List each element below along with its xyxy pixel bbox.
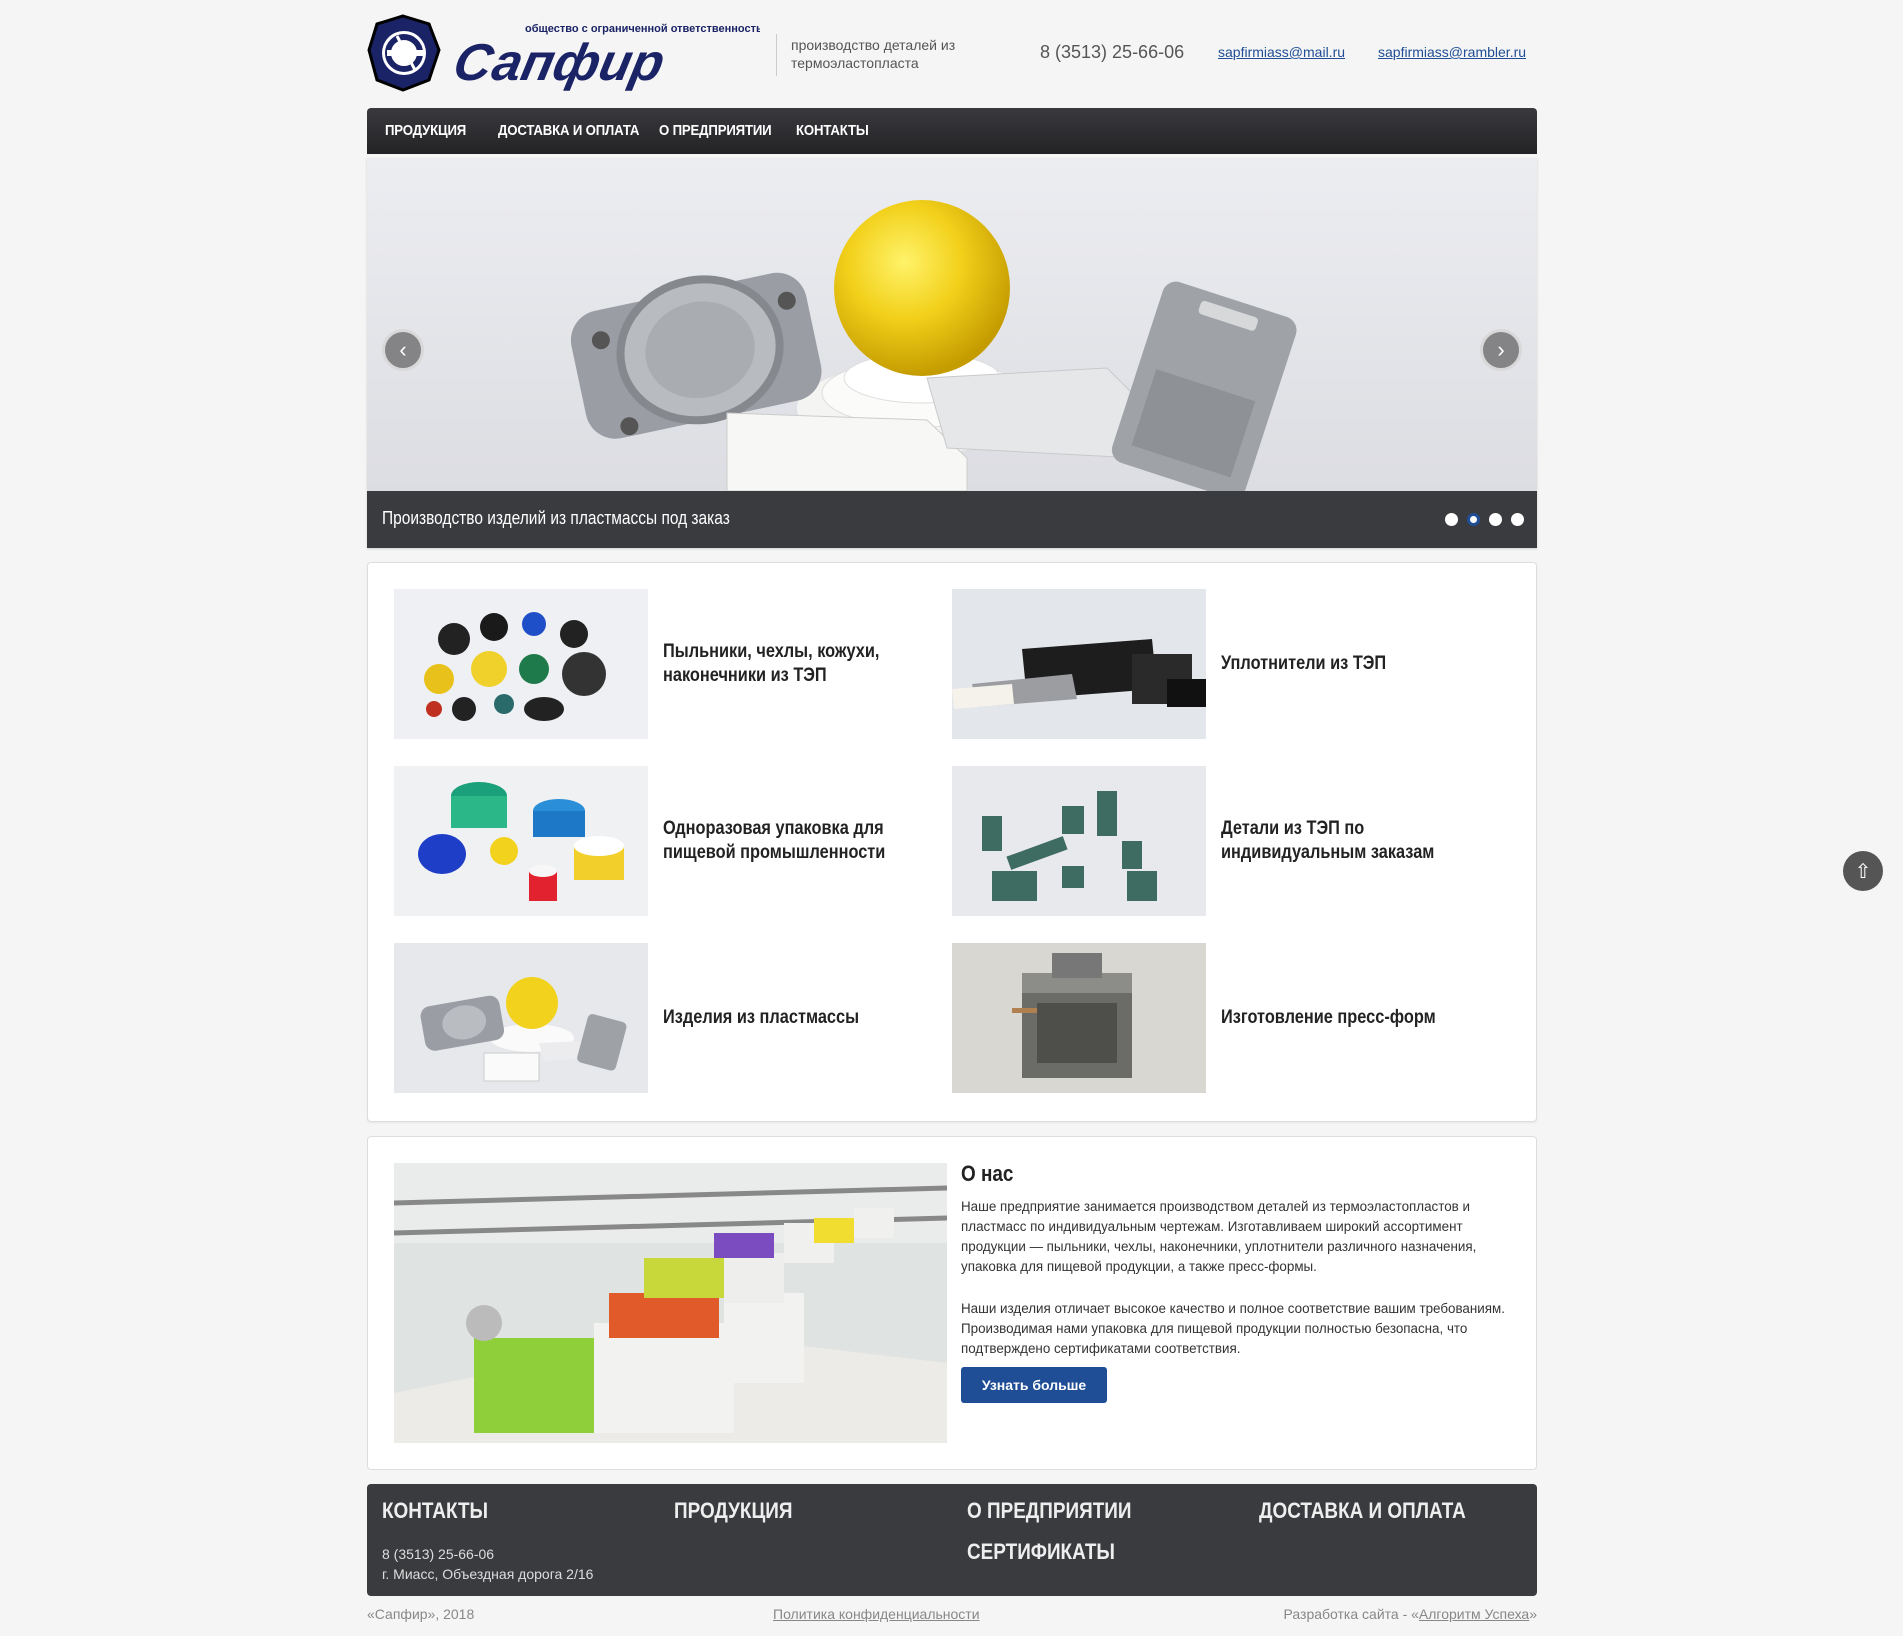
main-nav: ПРОДУКЦИЯ ДОСТАВКА И ОПЛАТА О ПРЕДПРИЯТИ… <box>367 108 1537 154</box>
footer-products-link[interactable]: ПРОДУКЦИЯ <box>674 1498 792 1524</box>
slider-dot[interactable] <box>1511 513 1524 526</box>
developer-credit: Разработка сайта - «Алгоритм Успеха» <box>1284 1606 1537 1622</box>
product-image <box>394 589 648 739</box>
product-card-food-pack[interactable]: Одноразовая упаковка для пищевой промышл… <box>394 766 924 916</box>
product-title[interactable]: Пыльники, чехлы, кожухи, наконечники из … <box>663 589 921 739</box>
about-paragraph-2: Наши изделия отличает высокое качество и… <box>961 1301 1505 1356</box>
slider-dot-active[interactable] <box>1467 513 1480 526</box>
products-grid: Пыльники, чехлы, кожухи, наконечники из … <box>367 562 1537 1122</box>
header-divider <box>776 34 777 76</box>
nav-item-products[interactable]: ПРОДУКЦИЯ <box>385 108 466 154</box>
product-title[interactable]: Детали из ТЭП по индивидуальным заказам <box>1221 766 1479 916</box>
slide-image <box>367 158 1537 491</box>
slider-next-button[interactable]: › <box>1480 329 1522 371</box>
bottom-bar: «Сапфир», 2018 Политика конфиденциальнос… <box>367 1606 1537 1626</box>
header-tagline: производство деталей из термоэластопласт… <box>791 37 956 71</box>
product-card-seals[interactable]: Уплотнители из ТЭП <box>952 589 1482 739</box>
about-title: О нас <box>961 1161 1014 1186</box>
arrow-up-icon: ⇧ <box>1854 860 1872 883</box>
nav-item-about[interactable]: О ПРЕДПРИЯТИИ <box>659 108 772 154</box>
scroll-to-top-button[interactable]: ⇧ <box>1843 851 1883 891</box>
product-image <box>394 943 648 1093</box>
chevron-right-icon: › <box>1497 337 1505 362</box>
slider-dot[interactable] <box>1489 513 1502 526</box>
product-card-custom-parts[interactable]: Детали из ТЭП по индивидуальным заказам <box>952 766 1482 916</box>
footer-phone[interactable]: 8 (3513) 25-66-06 <box>382 1546 494 1562</box>
product-card-molds[interactable]: Изготовление пресс-форм <box>952 943 1482 1093</box>
about-paragraph-1: Наше предприятие занимается производство… <box>961 1199 1477 1274</box>
site-footer: КОНТАКТЫ 8 (3513) 25-66-06 г. Миасс, Объ… <box>367 1484 1537 1596</box>
product-title[interactable]: Уплотнители из ТЭП <box>1221 589 1479 739</box>
chevron-left-icon: ‹ <box>399 337 407 362</box>
nav-item-delivery[interactable]: ДОСТАВКА И ОПЛАТА <box>498 108 639 154</box>
footer-about-link[interactable]: О ПРЕДПРИЯТИИ <box>967 1498 1131 1524</box>
product-card-plastic[interactable]: Изделия из пластмассы <box>394 943 924 1093</box>
footer-certificates-link[interactable]: СЕРТИФИКАТЫ <box>967 1539 1115 1565</box>
footer-address: г. Миасс, Объездная дорога 2/16 <box>382 1566 594 1582</box>
product-image <box>952 589 1206 739</box>
copyright: «Сапфир», 2018 <box>367 1606 475 1622</box>
header-email-rambler[interactable]: sapfirmiass@rambler.ru <box>1378 44 1526 60</box>
factory-image <box>394 1163 947 1443</box>
logo[interactable]: общество с ограниченной ответственностью… <box>367 14 772 94</box>
product-title[interactable]: Изготовление пресс-форм <box>1221 943 1479 1093</box>
header-email-mail[interactable]: sapfirmiass@mail.ru <box>1218 44 1345 60</box>
site-header: общество с ограниченной ответственностью… <box>367 14 1537 94</box>
developer-link[interactable]: Алгоритм Успеха <box>1419 1606 1529 1622</box>
learn-more-button[interactable]: Узнать больше <box>961 1367 1107 1403</box>
logo-text: Сапфир <box>448 34 669 92</box>
about-section: О нас Наше предприятие занимается произв… <box>367 1136 1537 1470</box>
footer-contacts-title[interactable]: КОНТАКТЫ <box>382 1498 488 1524</box>
slider-dots <box>1445 513 1524 526</box>
privacy-policy-link[interactable]: Политика конфиденциальности <box>773 1606 980 1622</box>
developer-suffix: » <box>1529 1606 1537 1622</box>
footer-delivery-link[interactable]: ДОСТАВКА И ОПЛАТА <box>1259 1498 1466 1524</box>
nav-item-contacts[interactable]: КОНТАКТЫ <box>796 108 869 154</box>
slider-caption: Производство изделий из пластмассы под з… <box>367 491 1537 548</box>
slider-caption-text: Производство изделий из пластмассы под з… <box>382 508 730 528</box>
product-image <box>952 766 1206 916</box>
developer-prefix: Разработка сайта - « <box>1283 1606 1419 1622</box>
product-title[interactable]: Одноразовая упаковка для пищевой промышл… <box>663 766 921 916</box>
hero-slider[interactable]: ‹ › Производство изделий из пластмассы п… <box>367 158 1537 548</box>
product-image <box>394 766 648 916</box>
product-card-boots[interactable]: Пыльники, чехлы, кожухи, наконечники из … <box>394 589 924 739</box>
header-phone[interactable]: 8 (3513) 25-66-06 <box>1040 42 1184 63</box>
slider-dot[interactable] <box>1445 513 1458 526</box>
product-title[interactable]: Изделия из пластмассы <box>663 943 921 1093</box>
product-image <box>952 943 1206 1093</box>
slider-prev-button[interactable]: ‹ <box>382 329 424 371</box>
